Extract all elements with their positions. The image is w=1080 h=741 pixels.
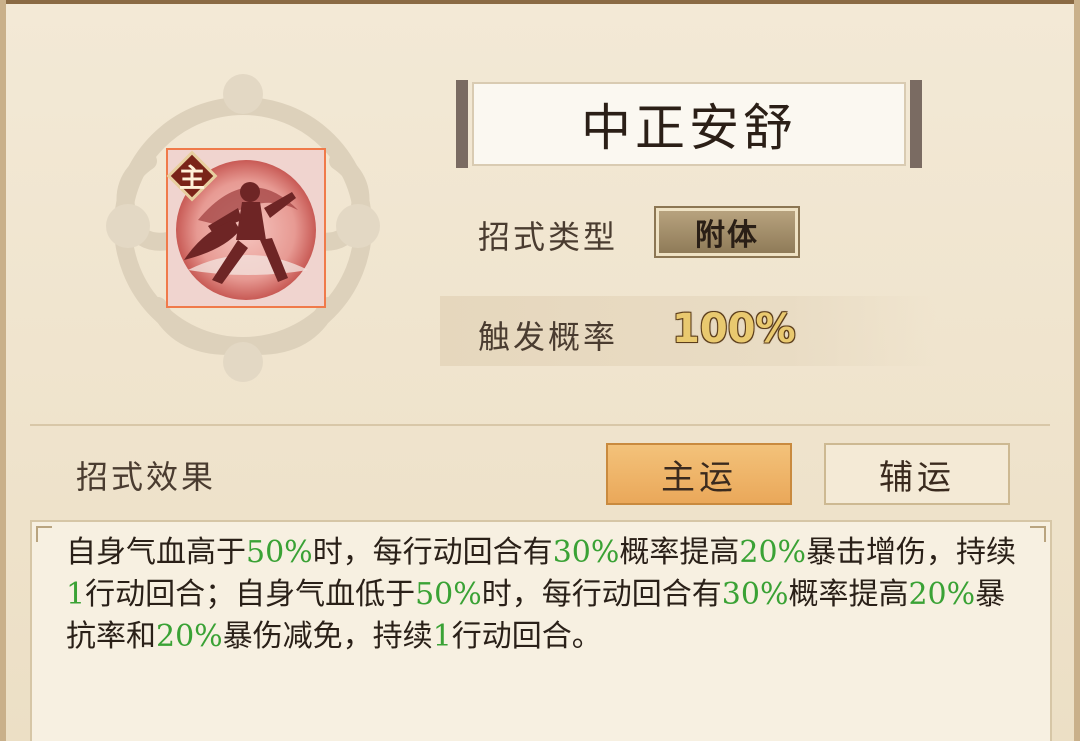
tab-main[interactable]: 主运 (606, 443, 792, 505)
trigger-label: 触发概率 (478, 318, 619, 356)
highlight-value: 20% (739, 535, 807, 570)
section-divider (30, 424, 1050, 426)
skill-icon-wrap[interactable]: 主 (160, 144, 330, 314)
highlight-value: 1 (66, 577, 86, 612)
tab-aux[interactable]: 辅运 (824, 443, 1010, 505)
description-text: 自身气血高于 (66, 535, 246, 570)
description-text: 暴击增伤，持续 (806, 535, 1017, 570)
description-text: 概率提高 (619, 535, 740, 570)
effect-label: 招式效果 (76, 458, 217, 496)
trigger-value: 100% (672, 306, 796, 352)
description-text: 行动回合。 (451, 619, 602, 654)
description-text: 概率提高 (788, 577, 909, 612)
effect-description: 自身气血高于50%时，每行动回合有30%概率提高20%暴击增伤，持续1行动回合；… (66, 532, 1026, 658)
description-text: 时，每行动回合有 (312, 535, 553, 570)
highlight-value: 50% (415, 577, 482, 612)
description-text: 行动回合；自身气血低于 (85, 577, 416, 612)
panel-border-right (1074, 0, 1080, 741)
highlight-value: 20% (908, 577, 976, 612)
highlight-value: 50% (246, 535, 313, 570)
skill-type-label: 招式类型 (478, 218, 619, 256)
panel-border-left (0, 0, 6, 741)
skill-name: 中正安舒 (581, 99, 797, 157)
description-text: 时，每行动回合有 (481, 577, 722, 612)
highlight-value: 30% (552, 535, 620, 570)
main-badge-label: 主 (178, 163, 205, 194)
skill-type-badge: 附体 (656, 208, 798, 256)
highlight-value: 20% (156, 619, 223, 654)
corner-ornament (36, 526, 52, 542)
highlight-value: 30% (721, 577, 789, 612)
corner-ornament (1030, 526, 1046, 542)
highlight-value: 1 (432, 619, 452, 654)
skill-title-box: 中正安舒 (456, 80, 922, 168)
description-text: 暴伤减免，持续 (222, 619, 433, 654)
